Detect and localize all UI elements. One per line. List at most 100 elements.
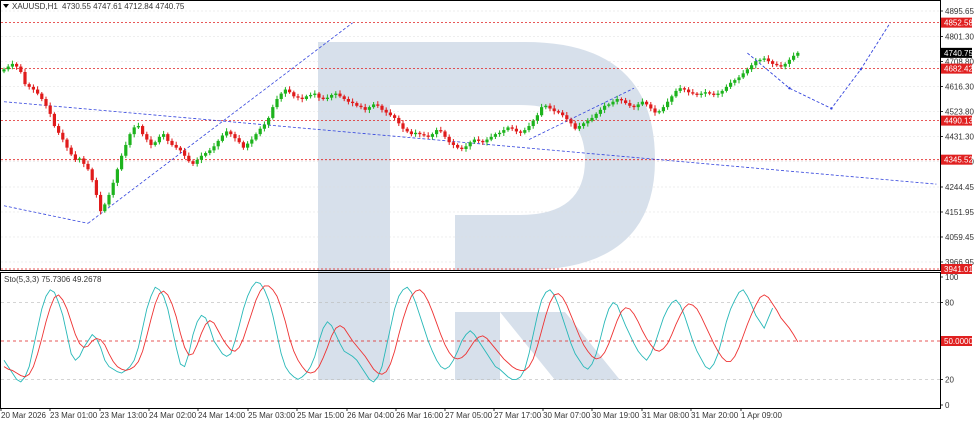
price-tick-label: 4523.80 xyxy=(945,107,974,116)
bearish-candle xyxy=(174,144,178,148)
bearish-candle xyxy=(548,105,552,109)
bearish-candle xyxy=(409,131,413,135)
price-tick-label: 4244.45 xyxy=(945,183,974,192)
stochastic-tick-label: 80 xyxy=(945,299,954,308)
forecast-point xyxy=(788,86,791,90)
price-tick-label: 4616.30 xyxy=(945,82,974,91)
bullish-candle xyxy=(225,131,229,136)
bullish-candle xyxy=(729,82,733,87)
bullish-candle xyxy=(582,123,586,127)
time-tick-label: 1 Apr 09:00 xyxy=(741,411,782,420)
bullish-candle xyxy=(544,105,548,108)
bearish-candle xyxy=(447,136,451,143)
bearish-candle xyxy=(418,132,422,135)
bearish-candle xyxy=(48,105,52,114)
bullish-candle xyxy=(489,136,493,140)
bullish-candle xyxy=(703,92,707,94)
trend-line xyxy=(87,22,353,224)
bearish-candle xyxy=(712,93,716,95)
bearish-candle xyxy=(443,131,447,137)
bearish-candle xyxy=(288,89,292,93)
time-tick-label: 31 Mar 20:00 xyxy=(691,411,739,420)
bullish-candle xyxy=(325,97,329,100)
bearish-candle xyxy=(569,119,573,124)
bearish-candle xyxy=(519,131,523,133)
bearish-candle xyxy=(426,135,430,137)
bullish-candle xyxy=(796,52,800,56)
bullish-candle xyxy=(472,139,476,143)
bullish-candle xyxy=(607,104,611,106)
time-tick-label: 25 Mar 15:00 xyxy=(297,411,345,420)
bullish-candle xyxy=(120,155,124,170)
time-tick-label: 26 Mar 04:00 xyxy=(347,411,395,420)
forecast-line xyxy=(747,22,891,110)
bullish-candle xyxy=(330,94,334,98)
bearish-candle xyxy=(19,66,23,72)
level-tag-label: 4490.13 xyxy=(944,117,973,126)
bullish-candle xyxy=(208,150,212,154)
bearish-candle xyxy=(451,142,455,145)
bearish-candle xyxy=(149,139,153,145)
bearish-candle xyxy=(624,100,628,104)
bullish-candle xyxy=(195,159,199,164)
forecast-point xyxy=(859,68,862,71)
bullish-candle xyxy=(220,135,224,141)
price-tick-label: 4431.30 xyxy=(945,132,974,141)
bullish-candle xyxy=(262,124,266,129)
bullish-candle xyxy=(464,146,468,150)
bearish-candle xyxy=(477,139,481,141)
bullish-candle xyxy=(258,128,262,135)
bearish-candle xyxy=(23,71,27,85)
bearish-candle xyxy=(292,92,296,97)
price-tick-label: 4151.95 xyxy=(945,208,974,217)
bullish-candle xyxy=(657,111,661,113)
current-price-label: 4740.75 xyxy=(944,49,973,58)
bullish-candle xyxy=(304,96,308,100)
bullish-candle xyxy=(153,142,157,145)
bearish-candle xyxy=(40,93,44,100)
bearish-candle xyxy=(653,108,657,113)
bullish-candle xyxy=(216,140,220,147)
bearish-candle xyxy=(27,84,31,87)
bullish-candle xyxy=(430,134,434,137)
bullish-candle xyxy=(435,130,439,135)
bullish-candle xyxy=(115,169,119,183)
bearish-candle xyxy=(141,126,145,135)
stochastic-tick-label: 0 xyxy=(945,401,950,410)
bullish-candle xyxy=(577,126,581,129)
bullish-candle xyxy=(615,99,619,102)
bullish-candle xyxy=(535,115,539,121)
bearish-candle xyxy=(779,65,783,67)
bullish-candle xyxy=(586,120,590,124)
bearish-candle xyxy=(351,101,355,104)
bearish-candle xyxy=(191,161,195,164)
bearish-candle xyxy=(65,139,69,148)
bullish-candle xyxy=(792,55,796,60)
bullish-candle xyxy=(279,93,283,100)
bearish-candle xyxy=(573,123,577,129)
bearish-candle xyxy=(363,107,367,110)
stochastic-signal-line xyxy=(3,285,799,378)
symbol-dropdown-icon[interactable] xyxy=(3,4,9,8)
bullish-candle xyxy=(716,93,720,95)
bearish-candle xyxy=(460,147,464,150)
bearish-candle xyxy=(393,115,397,118)
bearish-candle xyxy=(552,108,556,112)
bullish-candle xyxy=(334,93,338,95)
bearish-candle xyxy=(565,115,569,120)
bearish-candle xyxy=(183,150,187,156)
bearish-candle xyxy=(90,169,94,181)
bullish-candle xyxy=(720,90,724,94)
price-axis: 4895.654801.304708.804616.304523.804431.… xyxy=(940,7,974,274)
bearish-candle xyxy=(187,155,191,162)
bearish-candle xyxy=(237,138,241,143)
bullish-candle xyxy=(111,182,115,195)
bullish-candle xyxy=(754,61,758,66)
bearish-candle xyxy=(69,147,73,155)
bearish-candle xyxy=(94,180,98,195)
bearish-candle xyxy=(510,127,514,129)
level-tag-label: 4345.52 xyxy=(944,156,973,165)
bullish-candle xyxy=(267,117,271,125)
bearish-candle xyxy=(170,140,174,145)
bullish-candle xyxy=(670,96,674,102)
